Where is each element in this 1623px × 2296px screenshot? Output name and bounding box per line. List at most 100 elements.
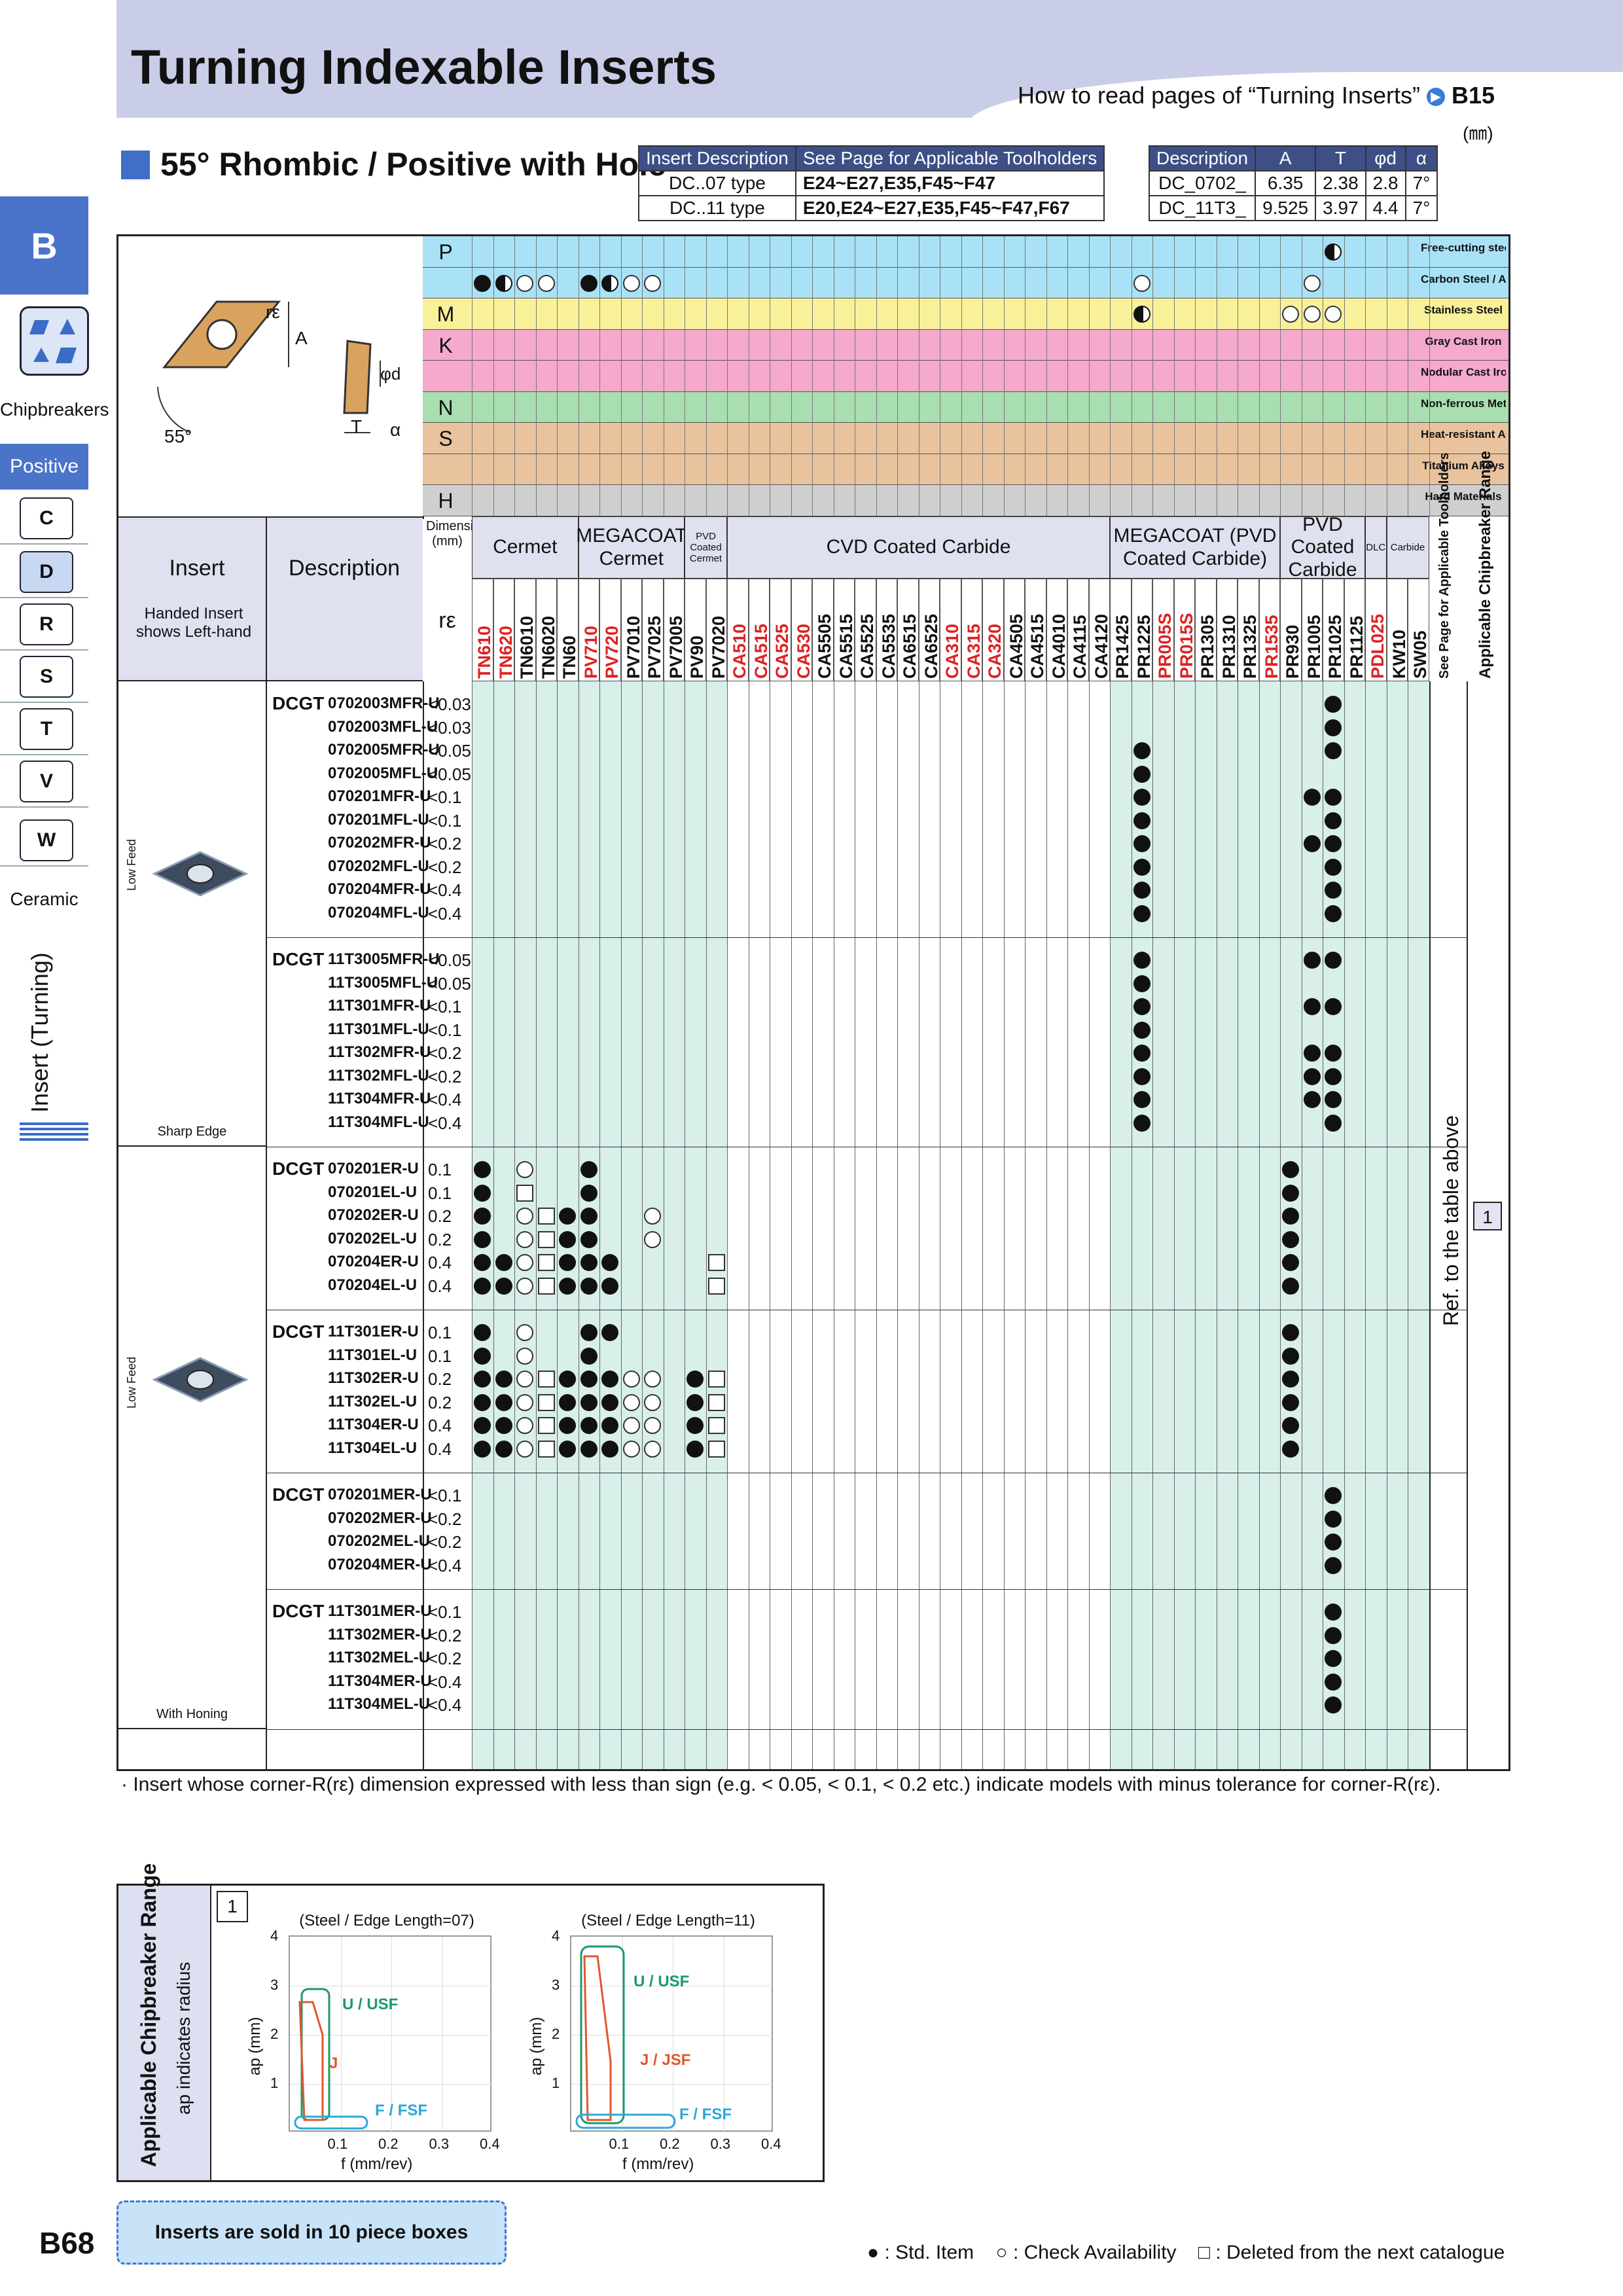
std-item-mark <box>580 1347 597 1365</box>
sidebar-chipbreakers[interactable]: Chipbreakers <box>0 399 109 420</box>
insert-code[interactable]: 070201ER-U <box>328 1160 419 1178</box>
std-item-mark <box>1282 1208 1299 1225</box>
grade-column <box>1025 681 1046 1769</box>
grade-column <box>1216 681 1238 1769</box>
insert-code[interactable]: 070201MFL-U <box>328 811 429 829</box>
insert-code[interactable]: 070202ER-U <box>328 1206 419 1225</box>
corner-radius: <0.1 <box>428 997 462 1016</box>
sidebar-shape-t[interactable]: T <box>20 708 73 750</box>
insert-code[interactable]: 070202MER-U <box>328 1509 432 1528</box>
corner-radius: <0.2 <box>428 1649 462 1668</box>
insert-code[interactable]: 11T304MFR-U <box>328 1090 431 1108</box>
insert-code[interactable]: 11T304EL-U <box>328 1439 417 1458</box>
insert-code[interactable]: 070201EL-U <box>328 1183 417 1202</box>
std-item-mark <box>1325 1650 1342 1667</box>
how-to-read-link[interactable]: How to read pages of “Turning Inserts” ▶… <box>1018 82 1495 109</box>
insert-code[interactable]: 070204MFL-U <box>328 904 429 922</box>
material-grid-line <box>876 236 877 516</box>
std-item-mark <box>580 1230 597 1248</box>
grade-end-line <box>1429 681 1431 1769</box>
insert-code[interactable]: 11T304ER-U <box>328 1416 419 1434</box>
insert-code[interactable]: 11T302MEL-U <box>328 1649 430 1667</box>
material-label: Free-cutting steel <box>1421 242 1506 254</box>
std-item-mark <box>1133 882 1150 899</box>
material-grid-line <box>1280 236 1281 516</box>
insert-code[interactable]: 070201MFR-U <box>328 787 431 806</box>
holder-row-page[interactable]: E24~E27,E35,F45~F47 <box>794 170 1105 196</box>
chip-ref-index: 1 <box>1473 1202 1502 1230</box>
insert-code[interactable]: 070204ER-U <box>328 1253 419 1271</box>
insert-code[interactable]: 11T304MEL-U <box>328 1695 430 1713</box>
insert-code[interactable]: 11T302MFL-U <box>328 1067 429 1085</box>
sidebar-shape-w[interactable]: W <box>20 819 73 861</box>
sidebar-shape-c[interactable]: C <box>20 497 73 539</box>
std-item-mark <box>474 1371 491 1388</box>
insert-prefix: DCGT <box>272 1601 325 1621</box>
insert-code[interactable]: 11T301MFL-U <box>328 1020 429 1039</box>
insert-code[interactable]: 11T301ER-U <box>328 1323 419 1341</box>
legend: ● : Std. Item ○ : Check Availability □ :… <box>867 2242 1505 2264</box>
corner-radius: <0.4 <box>428 1672 462 1692</box>
material-grid-line <box>1067 236 1068 516</box>
std-item-mark <box>1133 998 1150 1015</box>
grade-name: CA310 <box>942 623 962 679</box>
sidebar-ceramic[interactable]: Ceramic <box>0 889 88 910</box>
deleted-mark <box>537 1371 555 1388</box>
material-mark <box>601 274 618 292</box>
std-item-mark <box>580 1393 597 1411</box>
chart-plot-area: U / USF J F / FSF <box>289 1935 493 2133</box>
insert-code[interactable]: 11T3005MFR-U <box>328 950 440 969</box>
holder-table: Insert Description See Page for Applicab… <box>638 145 1105 221</box>
insert-code[interactable]: 11T302EL-U <box>328 1393 417 1411</box>
std-item-mark <box>1303 1067 1321 1085</box>
corner-radius: <0.2 <box>428 1532 462 1552</box>
insert-code[interactable]: 070202MFL-U <box>328 857 429 876</box>
insert-code[interactable]: 0702003MFL-U <box>328 718 438 736</box>
insert-code[interactable]: 0702005MFL-U <box>328 764 438 783</box>
insert-code[interactable]: 070202MFR-U <box>328 834 431 852</box>
dim-cell: DC_11T3_ <box>1148 195 1257 221</box>
insert-code[interactable]: 11T304MFL-U <box>328 1113 429 1132</box>
insert-code[interactable]: 11T301EL-U <box>328 1346 417 1365</box>
chart-region-label: J / JSF <box>640 2051 691 2069</box>
std-item-mark <box>580 1417 597 1434</box>
grade-column <box>663 681 685 1769</box>
insert-code[interactable]: 070201MER-U <box>328 1486 432 1504</box>
holder-row-page[interactable]: E20,E24~E27,E35,F45~F47,F67 <box>794 195 1105 221</box>
section-tab-b[interactable]: B <box>0 196 88 295</box>
sidebar-shape-v[interactable]: V <box>20 761 73 802</box>
diagram-label: T <box>351 416 363 437</box>
std-item-mark <box>1133 835 1150 852</box>
insert-code[interactable]: 070202MEL-U <box>328 1532 430 1551</box>
insert-prefix: DCGT <box>272 1321 325 1342</box>
insert-code[interactable]: 11T301MFR-U <box>328 997 431 1015</box>
insert-code[interactable]: 070202EL-U <box>328 1230 417 1248</box>
insert-code[interactable]: 11T302MFR-U <box>328 1043 431 1062</box>
std-item-mark <box>1282 1254 1299 1271</box>
sidebar-shape-r[interactable]: R <box>20 603 73 645</box>
grade-name: SW05 <box>1410 630 1430 679</box>
grade-column <box>557 681 579 1769</box>
material-grid-line <box>897 236 898 516</box>
insert-code[interactable]: 11T301MER-U <box>328 1602 432 1621</box>
insert-code[interactable]: 11T304MER-U <box>328 1672 432 1691</box>
material-row <box>423 391 1508 423</box>
grade-name: TN6020 <box>538 615 558 679</box>
insert-code[interactable]: 0702005MFR-U <box>328 741 440 759</box>
insert-code[interactable]: 070204MER-U <box>328 1556 432 1574</box>
grade-column <box>1280 681 1302 1769</box>
insert-code[interactable]: 11T302MER-U <box>328 1626 432 1644</box>
insert-code[interactable]: 070204MFR-U <box>328 880 431 899</box>
insert-code[interactable]: 0702003MFR-U <box>328 694 440 713</box>
grade-name: PV7010 <box>623 615 643 679</box>
sidebar-positive[interactable]: Positive <box>0 444 88 490</box>
insert-code[interactable]: 11T3005MFL-U <box>328 974 438 992</box>
std-item-mark <box>601 1417 618 1434</box>
insert-code[interactable]: 11T302ER-U <box>328 1369 419 1388</box>
std-item-mark <box>474 1184 491 1202</box>
sidebar-shape-s[interactable]: S <box>20 656 73 698</box>
insert-code[interactable]: 070204EL-U <box>328 1276 417 1295</box>
handed-note: Handed Insert shows Left-hand <box>135 605 252 641</box>
dim-header: α <box>1404 145 1438 171</box>
sidebar-shape-d[interactable]: D <box>20 551 73 593</box>
